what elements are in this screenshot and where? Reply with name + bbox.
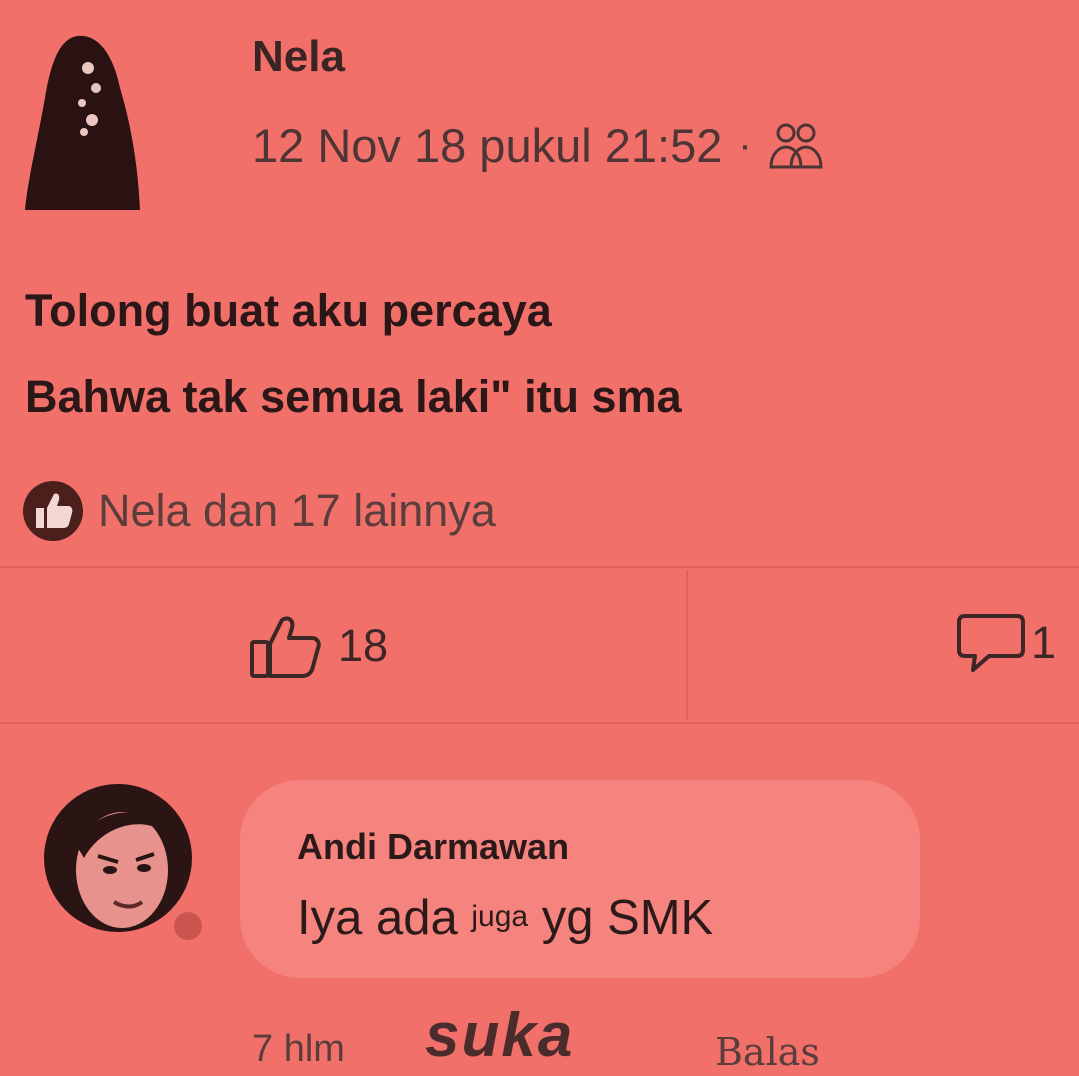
reactions-summary[interactable]: Nela dan 17 lainnya — [20, 478, 496, 544]
comment-reply-link[interactable]: Balas — [715, 1030, 820, 1074]
thumbs-up-icon — [250, 616, 321, 678]
post-meta: 12 Nov 18 pukul 21:52 · — [252, 118, 824, 173]
divider — [0, 566, 1079, 568]
comment-button[interactable]: 1 — [955, 610, 1056, 676]
post-body: Tolong buat aku percaya Bahwa tak semua … — [25, 268, 682, 440]
like-badge-icon — [23, 481, 83, 541]
comment-text-part: yg SMK — [528, 891, 714, 945]
meta-separator: · — [738, 123, 752, 167]
post-text-line: Tolong buat aku percaya — [25, 285, 552, 336]
like-button[interactable]: 18 — [248, 610, 388, 682]
comment-like-link[interactable]: suka — [425, 1000, 574, 1071]
comment-count: 1 — [1031, 617, 1057, 668]
comment-author-name[interactable]: Andi Darmawan — [297, 826, 569, 868]
like-count: 18 — [338, 620, 389, 671]
comment-text-part: juga — [471, 900, 529, 933]
commenter-photo-icon — [44, 784, 202, 940]
post-author-name[interactable]: Nela — [252, 32, 345, 82]
comment-bubble — [240, 780, 920, 978]
reactions-summary-text: Nela dan 17 lainnya — [98, 485, 496, 536]
comment-text: Iya ada juga yg SMK — [297, 890, 713, 946]
post-text-line: Bahwa tak semua laki" itu sma — [25, 371, 682, 422]
action-divider — [686, 570, 688, 720]
friends-icon — [769, 123, 823, 168]
divider — [0, 722, 1079, 724]
post-author-avatar[interactable] — [20, 28, 150, 213]
comment-icon — [957, 614, 1025, 672]
comment-text-part: Iya ada — [297, 891, 472, 945]
avatar-silhouette-icon — [25, 35, 140, 210]
comment-time: 7 hlm — [252, 1028, 345, 1070]
commenter-avatar[interactable] — [38, 778, 206, 946]
post-timestamp[interactable]: 12 Nov 18 pukul 21:52 — [252, 118, 722, 173]
